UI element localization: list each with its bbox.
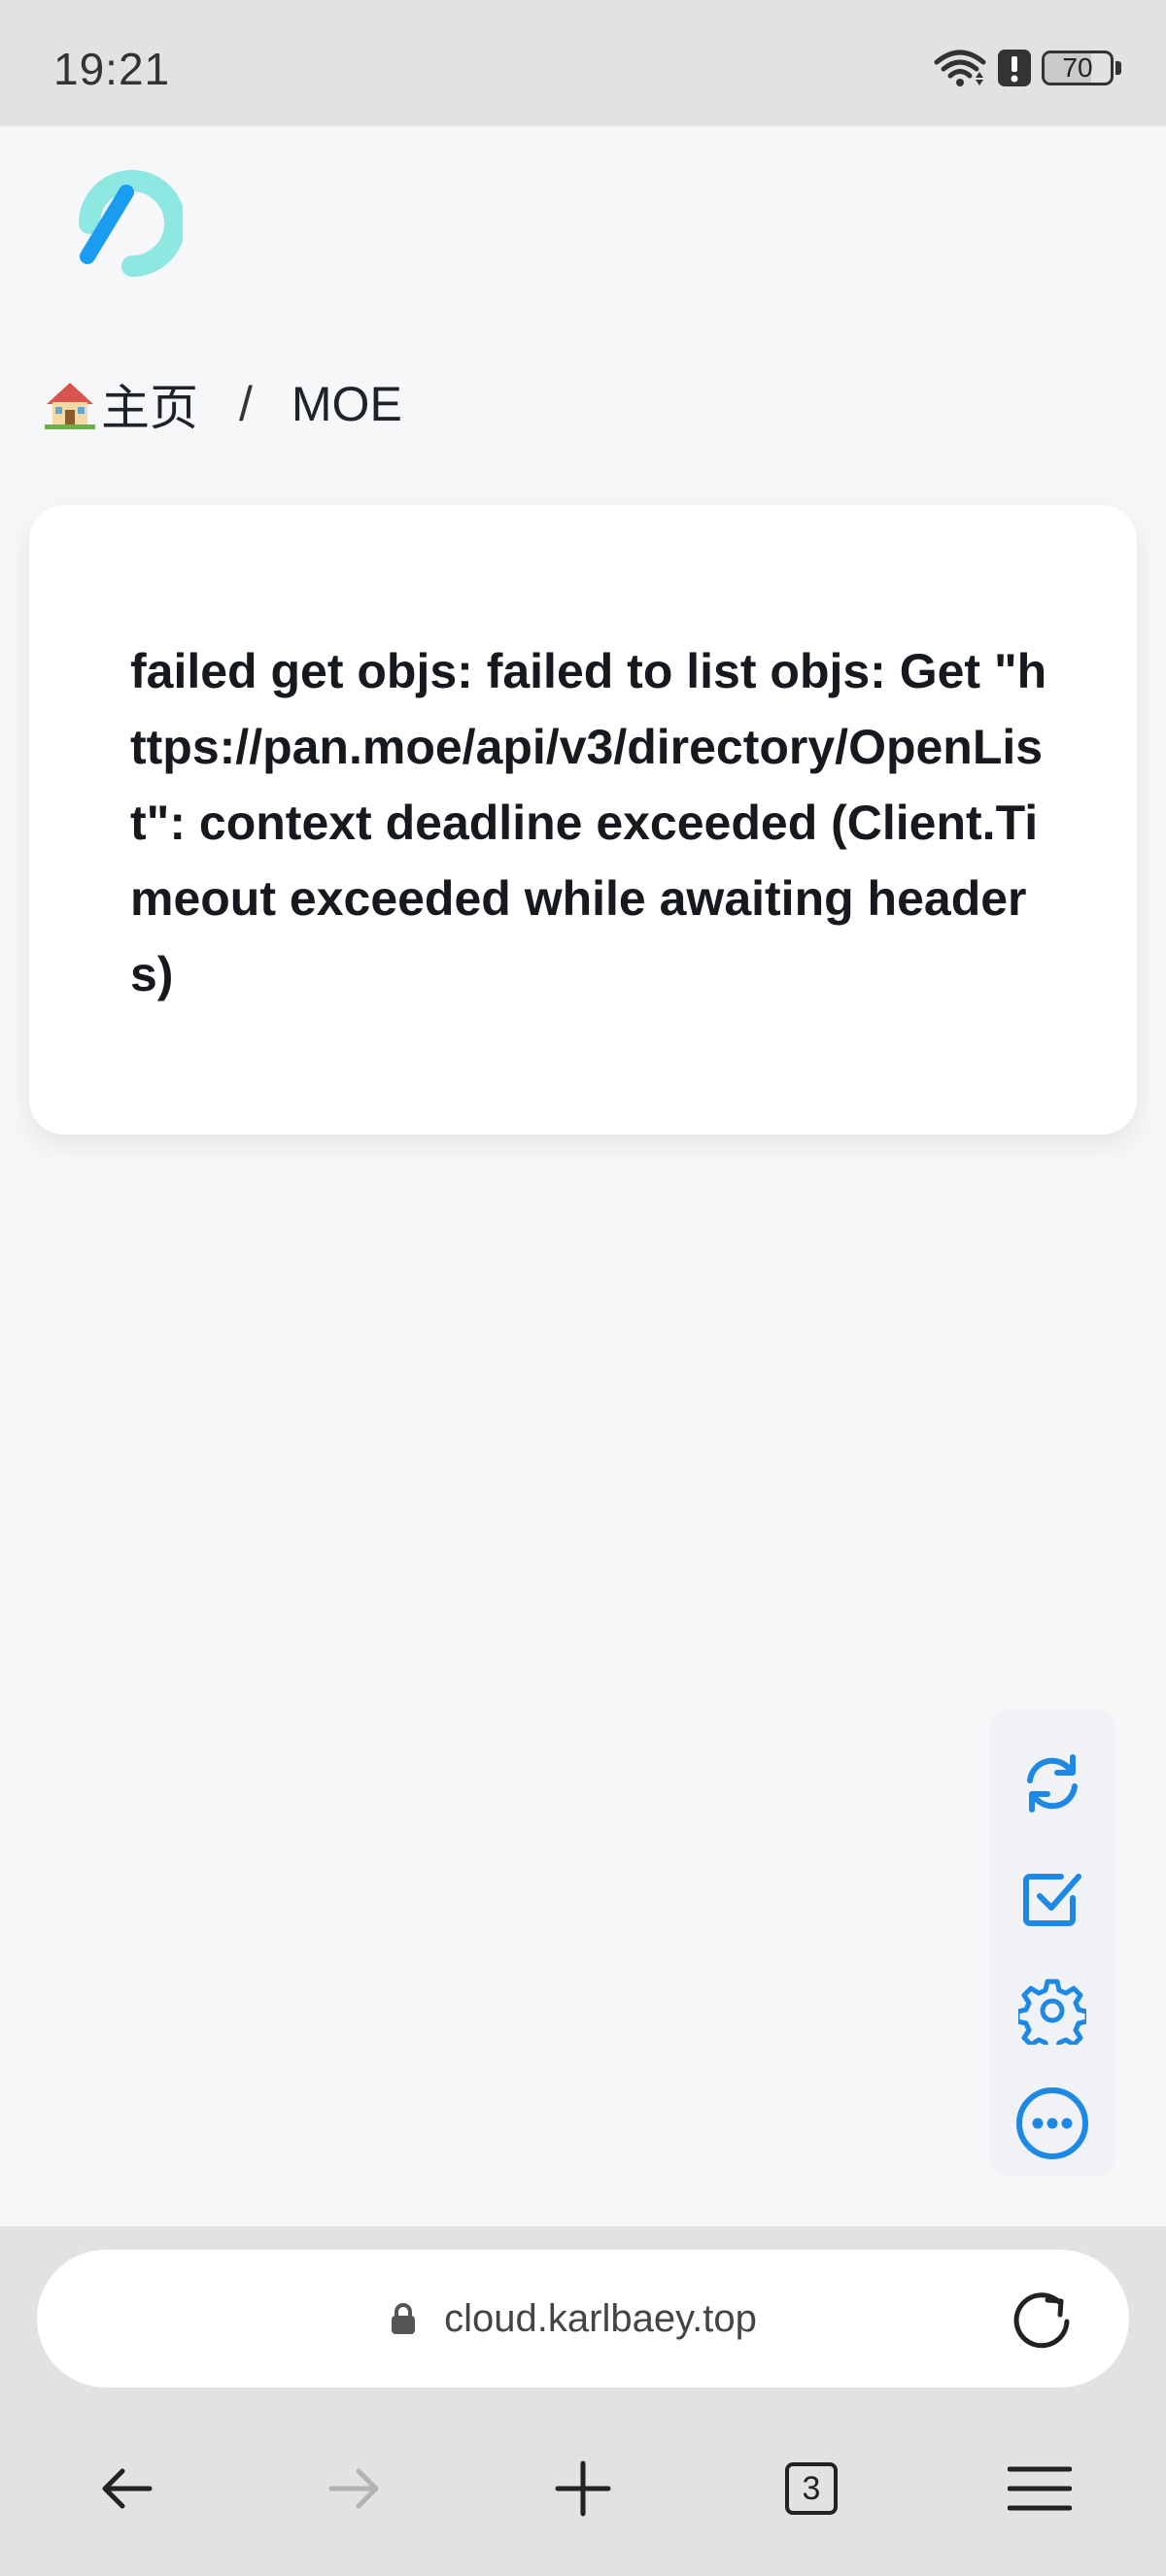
battery-icon: 70 [1042,51,1114,85]
breadcrumb: 主页 / MOE [43,369,402,439]
address-center: cloud.karlbaey.top [37,2250,1129,2388]
more-icon [1016,2087,1088,2159]
battery-cap [1115,61,1121,75]
reload-button[interactable] [1011,2288,1073,2351]
wifi-icon [933,49,987,87]
status-bar: 19:21 70 [0,0,1166,126]
error-message: failed get objs: failed to list objs: Ge… [130,644,1047,1001]
select-button[interactable] [1013,1858,1091,1936]
status-time: 19:21 [53,44,171,94]
address-bar[interactable]: cloud.karlbaey.top [37,2250,1129,2388]
more-button[interactable] [1013,2085,1091,2162]
forward-button[interactable] [306,2440,403,2537]
address-url: cloud.karlbaey.top [444,2296,757,2340]
breadcrumb-home-label: 主页 [101,381,198,435]
settings-button[interactable] [1013,1972,1091,2050]
error-card: failed get objs: failed to list objs: Ge… [29,505,1137,1135]
browser-nav-bar: 3 [0,2440,1166,2537]
refresh-button[interactable] [1013,1745,1091,1822]
battery-level-text: 70 [1062,52,1093,83]
house-emoji-icon [45,383,95,429]
back-arrow-icon [102,2468,153,2509]
floating-toolbar [989,1710,1115,2176]
lock-icon [392,2303,416,2334]
tabs-icon: 3 [785,2462,838,2515]
alist-logo[interactable] [68,165,186,280]
breadcrumb-current[interactable]: MOE [292,376,402,432]
refresh-icon [1027,1754,1078,1813]
breadcrumb-home-link[interactable]: 主页 [43,369,198,439]
plus-icon [555,2460,611,2517]
menu-button[interactable] [991,2440,1088,2537]
back-button[interactable] [78,2440,175,2537]
browser-bottom-bar: cloud.karlbaey.top 3 [0,2226,1166,2576]
new-tab-button[interactable] [534,2440,632,2537]
breadcrumb-separator: / [239,377,253,431]
status-icons: 70 [933,49,1121,87]
gear-icon [1018,1979,1086,2045]
alert-notification-icon [997,49,1032,87]
checkbox-icon [1023,1874,1081,1926]
forward-arrow-icon [328,2468,379,2509]
reload-icon [1013,2292,1070,2349]
menu-icon [1008,2466,1072,2511]
tabs-button[interactable]: 3 [763,2440,860,2537]
